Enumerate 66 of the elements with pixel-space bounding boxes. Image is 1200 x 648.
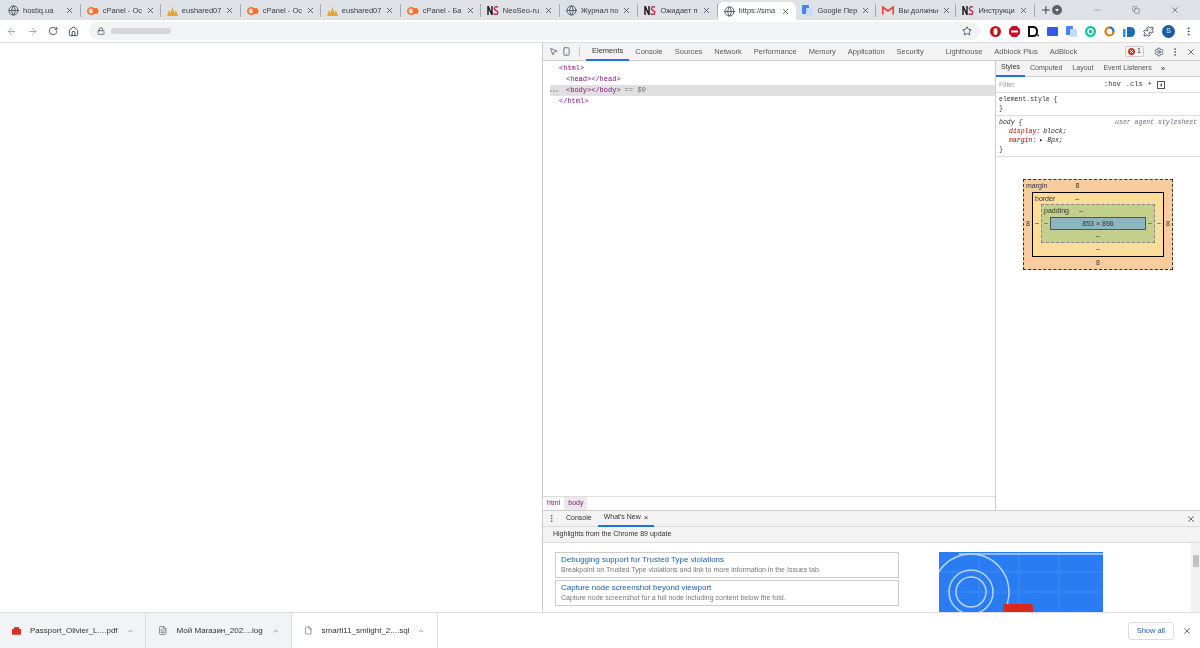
close-tab-button[interactable]: × — [643, 511, 649, 524]
close-icon[interactable] — [225, 6, 235, 15]
close-icon[interactable] — [781, 6, 791, 16]
dropdown-icon[interactable] — [1052, 5, 1062, 15]
extension-icon[interactable] — [1028, 25, 1039, 37]
mail-icon — [882, 6, 895, 15]
close-icon[interactable] — [385, 6, 395, 15]
more-icon — [550, 89, 558, 92]
close-icon[interactable] — [306, 6, 315, 15]
forward-icon[interactable] — [27, 25, 38, 37]
close-icon[interactable] — [622, 6, 632, 15]
more-tabs-button[interactable]: » — [1160, 62, 1166, 75]
extensions-icon[interactable] — [1143, 25, 1154, 37]
stop-sign-icon[interactable] — [1009, 25, 1020, 37]
pdf-file-icon — [12, 624, 21, 637]
file-name: smartl11_smlight_2....sql — [321, 624, 410, 637]
inspect-icon[interactable] — [549, 47, 558, 56]
sidebar-toggle-icon[interactable] — [1156, 80, 1165, 89]
flame-icon — [326, 5, 338, 16]
file-name: Passport_Olivier_L....pdf — [30, 624, 118, 637]
cpanel-icon — [86, 6, 99, 15]
lock-icon — [97, 27, 105, 35]
close-icon[interactable] — [465, 6, 475, 15]
close-icon[interactable] — [701, 6, 711, 15]
document-icon — [158, 624, 168, 637]
feature-title: Debugging support for Trusted Type violations — [561, 555, 726, 565]
blurred-address — [111, 27, 171, 35]
file-name: Мой Магазин_202....log — [176, 624, 263, 637]
new-tab-icon[interactable] — [1040, 4, 1052, 16]
download-item[interactable]: Мой Магазин_202....log — [146, 612, 292, 648]
ns-logo-icon — [486, 6, 499, 15]
globe-icon — [565, 5, 577, 16]
globe-icon — [8, 5, 19, 16]
bookmark-star-icon[interactable] — [962, 26, 972, 36]
file-icon — [304, 624, 313, 637]
close-icon[interactable] — [1170, 5, 1180, 15]
close-icon[interactable] — [543, 6, 553, 15]
globe-icon — [723, 5, 735, 17]
home-icon[interactable] — [68, 25, 79, 37]
reload-icon[interactable] — [48, 26, 58, 36]
ring-icon[interactable] — [1104, 25, 1115, 37]
drawer-menu-icon[interactable] — [547, 514, 556, 523]
download-item[interactable]: Passport_Olivier_L....pdf — [0, 612, 146, 648]
close-icon[interactable] — [1186, 46, 1196, 57]
ns-logo-icon — [962, 6, 975, 15]
address-field[interactable] — [89, 22, 980, 40]
scrollbar[interactable] — [1191, 543, 1200, 612]
close-icon[interactable] — [942, 6, 952, 15]
flame-icon — [166, 5, 178, 16]
feature-title: Capture node screenshot beyond viewport — [561, 583, 713, 593]
close-icon[interactable] — [1186, 513, 1196, 524]
close-icon[interactable] — [1182, 625, 1192, 636]
device-toolbar-icon[interactable] — [562, 47, 571, 56]
close-icon[interactable] — [64, 6, 74, 15]
translate-icon — [802, 5, 814, 16]
download-item[interactable]: smartl11_smlight_2....sql — [292, 612, 438, 648]
close-icon[interactable] — [861, 6, 871, 15]
back-icon[interactable] — [6, 25, 17, 37]
close-icon[interactable] — [146, 6, 155, 15]
settings-icon[interactable] — [1154, 46, 1164, 57]
close-icon[interactable] — [1019, 6, 1029, 15]
cpanel-icon — [246, 6, 259, 15]
ns-logo-icon — [644, 6, 657, 15]
translate-icon[interactable] — [1066, 25, 1077, 37]
error-icon — [1128, 48, 1136, 55]
cpanel-icon — [406, 6, 419, 15]
